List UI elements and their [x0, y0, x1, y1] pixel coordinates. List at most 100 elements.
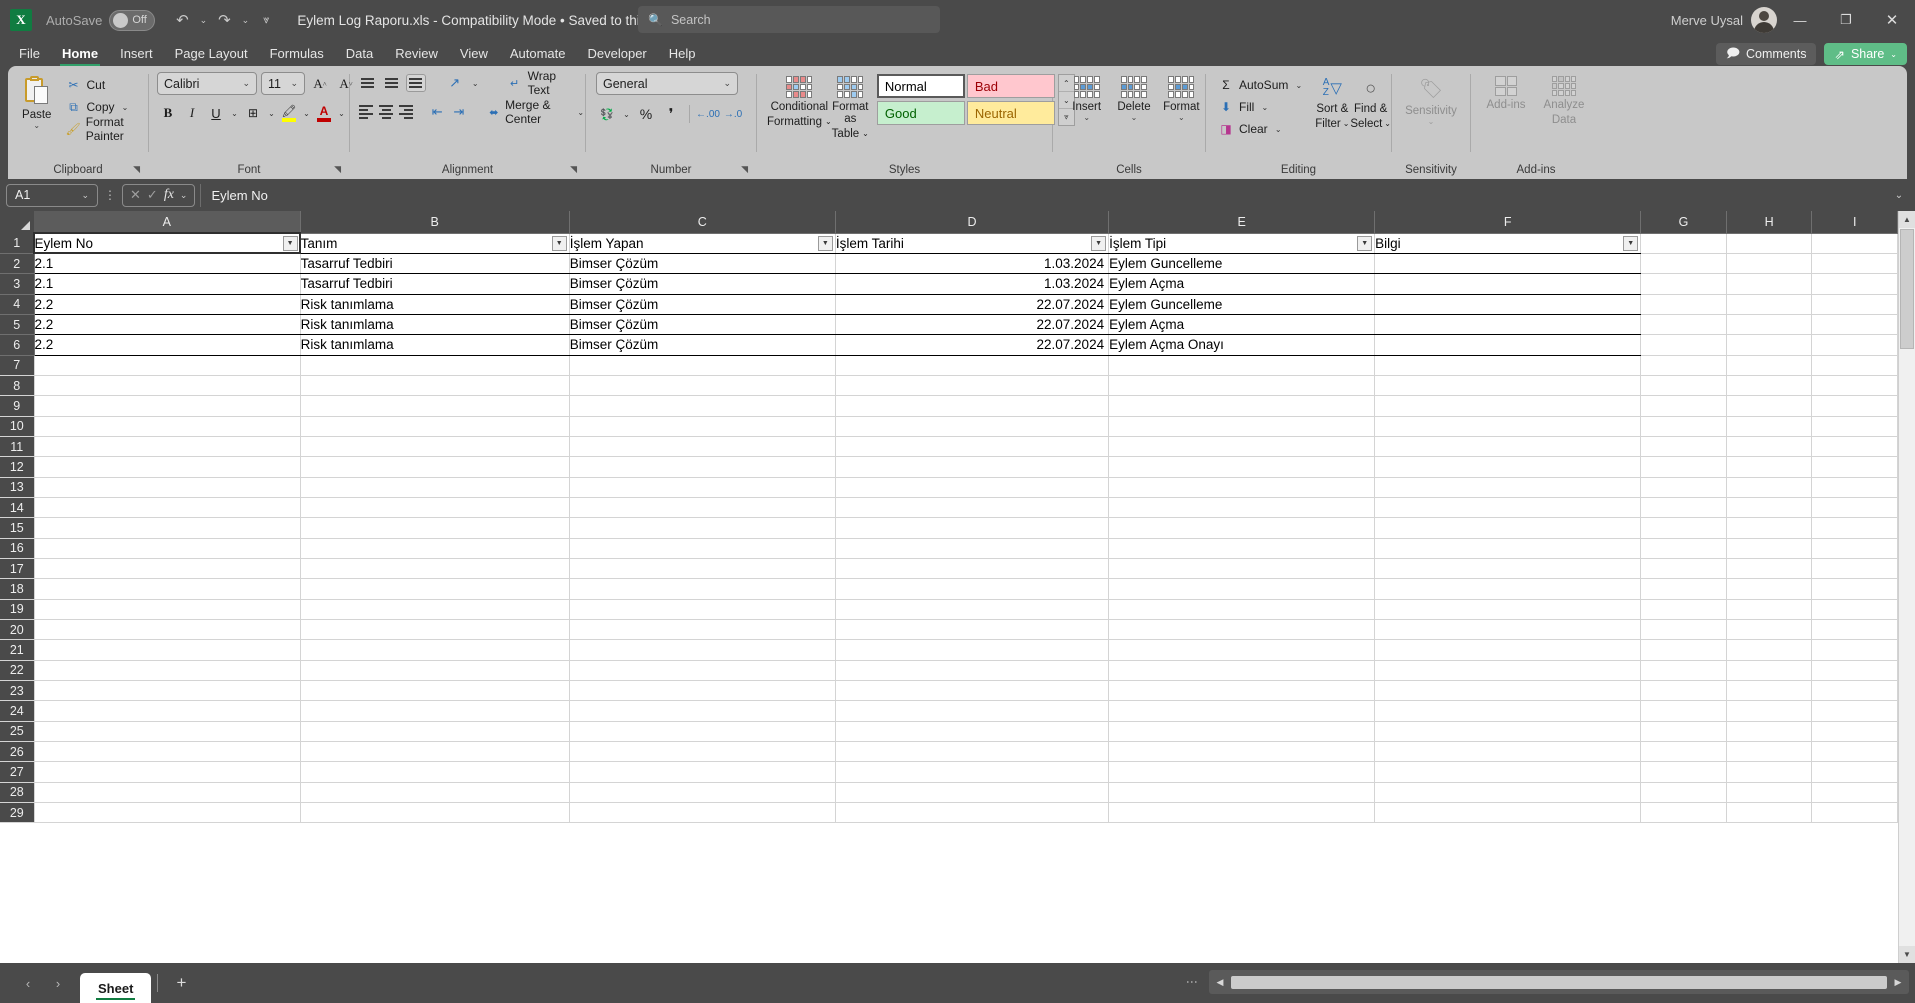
- italic-button[interactable]: I: [181, 102, 203, 124]
- cell-i15[interactable]: [1811, 517, 1898, 539]
- insert-cells-button[interactable]: Insert ⌄: [1063, 72, 1110, 122]
- cell-g29[interactable]: [1640, 802, 1727, 824]
- cell-h28[interactable]: [1726, 782, 1813, 804]
- cell-h7[interactable]: [1726, 355, 1813, 376]
- find-select-button[interactable]: ○ Find & Select ⌄: [1350, 72, 1391, 131]
- cell-a14[interactable]: [34, 497, 301, 519]
- row-header-7[interactable]: 7: [0, 355, 35, 376]
- horizontal-scrollbar[interactable]: ◀ ▶: [1209, 970, 1909, 994]
- cell-d26[interactable]: [835, 741, 1110, 763]
- analyze-data-button[interactable]: Analyze Data: [1535, 72, 1593, 126]
- cell-g28[interactable]: [1640, 782, 1727, 804]
- cell-g22[interactable]: [1640, 660, 1727, 682]
- cell-a12[interactable]: [34, 456, 301, 478]
- cell-h10[interactable]: [1726, 416, 1813, 437]
- cell-e22[interactable]: [1108, 660, 1376, 682]
- cell-d16[interactable]: [835, 538, 1110, 560]
- previous-sheet-icon[interactable]: ‹: [14, 970, 42, 996]
- cell-e28[interactable]: [1108, 782, 1376, 804]
- row-header-9[interactable]: 9: [0, 395, 35, 417]
- tab-formulas[interactable]: Formulas: [259, 46, 335, 66]
- cell-b2[interactable]: Tasarruf Tedbiri: [300, 253, 570, 275]
- cell-a24[interactable]: [34, 700, 301, 722]
- cell-e11[interactable]: [1108, 436, 1376, 458]
- cell-b14[interactable]: [300, 497, 570, 519]
- decrease-indent-icon[interactable]: ⇤: [428, 101, 446, 123]
- cell-e3[interactable]: Eylem Açma: [1108, 273, 1376, 295]
- cell-b29[interactable]: [300, 802, 570, 824]
- cell-f9[interactable]: [1374, 395, 1642, 417]
- cell-f26[interactable]: [1374, 741, 1642, 763]
- row-header-5[interactable]: 5: [0, 314, 35, 336]
- cell-b3[interactable]: Tasarruf Tedbiri: [300, 273, 570, 295]
- row-header-25[interactable]: 25: [0, 721, 35, 743]
- select-all-corner[interactable]: [0, 211, 35, 233]
- cell-c3[interactable]: Bimser Çözüm: [569, 273, 836, 295]
- name-box-chevron-down-icon[interactable]: ⌄: [81, 190, 89, 201]
- cell-c16[interactable]: [569, 538, 836, 560]
- cell-e21[interactable]: [1108, 639, 1376, 661]
- percent-format-button[interactable]: %: [635, 103, 657, 125]
- cell-a17[interactable]: [34, 558, 301, 580]
- cell-i18[interactable]: [1811, 578, 1898, 600]
- cell-e6[interactable]: Eylem Açma Onayı: [1108, 334, 1376, 356]
- tab-data[interactable]: Data: [335, 46, 384, 66]
- addins-button[interactable]: Add-ins: [1477, 72, 1535, 111]
- copy-chevron-down-icon[interactable]: ⌄: [120, 103, 131, 112]
- column-header-c[interactable]: C: [569, 211, 836, 234]
- cell-i2[interactable]: [1811, 253, 1898, 275]
- align-middle-icon[interactable]: [382, 74, 402, 92]
- cell-g18[interactable]: [1640, 578, 1727, 600]
- cell-b12[interactable]: [300, 456, 570, 478]
- cell-a25[interactable]: [34, 721, 301, 743]
- cell-c22[interactable]: [569, 660, 836, 682]
- cell-c24[interactable]: [569, 700, 836, 722]
- tab-home[interactable]: Home: [51, 46, 109, 66]
- cell-e4[interactable]: Eylem Guncelleme: [1108, 294, 1376, 315]
- formula-bar-options-icon[interactable]: ⋮: [103, 188, 117, 202]
- cell-f16[interactable]: [1374, 538, 1642, 560]
- align-bottom-icon[interactable]: [405, 74, 426, 92]
- cell-h8[interactable]: [1726, 375, 1813, 397]
- cell-a5[interactable]: 2.2: [34, 314, 301, 336]
- cell-i19[interactable]: [1811, 599, 1898, 621]
- cell-f27[interactable]: [1374, 761, 1642, 783]
- row-header-29[interactable]: 29: [0, 802, 35, 824]
- cell-a8[interactable]: [34, 375, 301, 397]
- cell-h22[interactable]: [1726, 660, 1813, 682]
- cell-i17[interactable]: [1811, 558, 1898, 580]
- cell-a29[interactable]: [34, 802, 301, 824]
- cell-g13[interactable]: [1640, 477, 1727, 498]
- sort-filter-chevron-down-icon[interactable]: ⌄: [1343, 118, 1350, 130]
- font-size-input[interactable]: 11 ⌄: [261, 72, 305, 95]
- paste-button[interactable]: Paste ⌄: [16, 72, 58, 130]
- tab-review[interactable]: Review: [384, 46, 449, 66]
- cell-b1[interactable]: Tanım ▼: [300, 233, 570, 254]
- cell-g25[interactable]: [1640, 721, 1727, 743]
- cell-d29[interactable]: [835, 802, 1110, 824]
- cell-c5[interactable]: Bimser Çözüm: [569, 314, 836, 336]
- cell-d28[interactable]: [835, 782, 1110, 804]
- orientation-icon[interactable]: ↗: [444, 72, 466, 94]
- align-top-icon[interactable]: [358, 74, 378, 92]
- cell-b26[interactable]: [300, 741, 570, 763]
- cell-d19[interactable]: [835, 599, 1110, 621]
- cell-a18[interactable]: [34, 578, 301, 600]
- cell-g26[interactable]: [1640, 741, 1727, 763]
- cell-d5[interactable]: 22.07.2024: [835, 314, 1110, 336]
- row-header-27[interactable]: 27: [0, 761, 35, 783]
- cell-c8[interactable]: [569, 375, 836, 397]
- cell-f11[interactable]: [1374, 436, 1642, 458]
- sheet-tab-sheet[interactable]: Sheet: [80, 973, 152, 1003]
- cell-h15[interactable]: [1726, 517, 1813, 539]
- cell-a2[interactable]: 2.1: [34, 253, 301, 275]
- cell-c21[interactable]: [569, 639, 836, 661]
- cell-b19[interactable]: [300, 599, 570, 621]
- cell-g24[interactable]: [1640, 700, 1727, 722]
- cell-e19[interactable]: [1108, 599, 1376, 621]
- bold-button[interactable]: B: [157, 102, 179, 124]
- cell-b21[interactable]: [300, 639, 570, 661]
- cell-a11[interactable]: [34, 436, 301, 458]
- cell-e14[interactable]: [1108, 497, 1376, 519]
- borders-chevron-down-icon[interactable]: ⌄: [266, 109, 277, 118]
